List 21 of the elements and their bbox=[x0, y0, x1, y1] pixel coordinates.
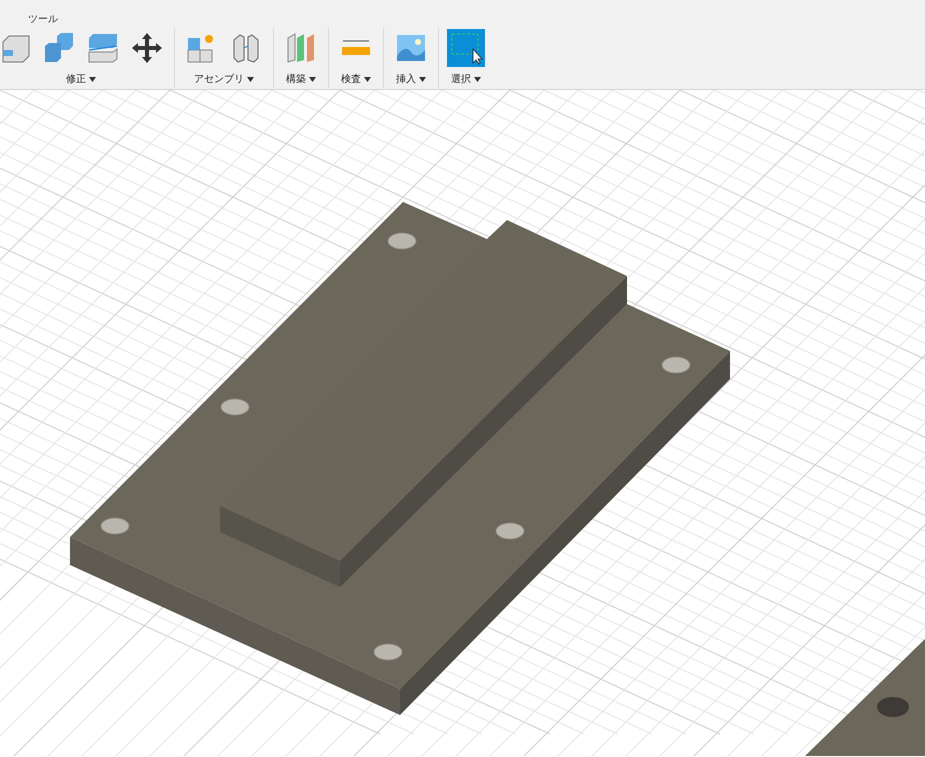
caret-icon bbox=[364, 76, 371, 82]
caret-icon bbox=[474, 76, 481, 82]
cubes-icon bbox=[43, 32, 75, 64]
ruler-icon bbox=[341, 40, 371, 56]
group-menu-button[interactable]: 挿入 bbox=[394, 70, 428, 88]
caret-icon bbox=[247, 76, 254, 82]
image-icon bbox=[395, 32, 427, 64]
group-menu-button[interactable]: 修正 bbox=[64, 70, 98, 88]
group-menu-button[interactable]: アセンブリ bbox=[192, 70, 256, 88]
caret-icon bbox=[309, 76, 316, 82]
group-menu-button[interactable]: 検査 bbox=[339, 70, 373, 88]
planes-icon bbox=[285, 32, 317, 64]
move-arrows-icon bbox=[131, 32, 163, 64]
select-icon bbox=[449, 31, 483, 65]
caret-icon bbox=[89, 76, 96, 82]
group-menu-button[interactable]: 選択 bbox=[449, 70, 483, 88]
caret-icon bbox=[419, 76, 426, 82]
group-menu-button[interactable]: 構築 bbox=[284, 70, 318, 88]
tool-button[interactable] bbox=[447, 29, 485, 67]
tab-label: ツール bbox=[28, 13, 59, 27]
split-box-icon bbox=[87, 32, 119, 64]
